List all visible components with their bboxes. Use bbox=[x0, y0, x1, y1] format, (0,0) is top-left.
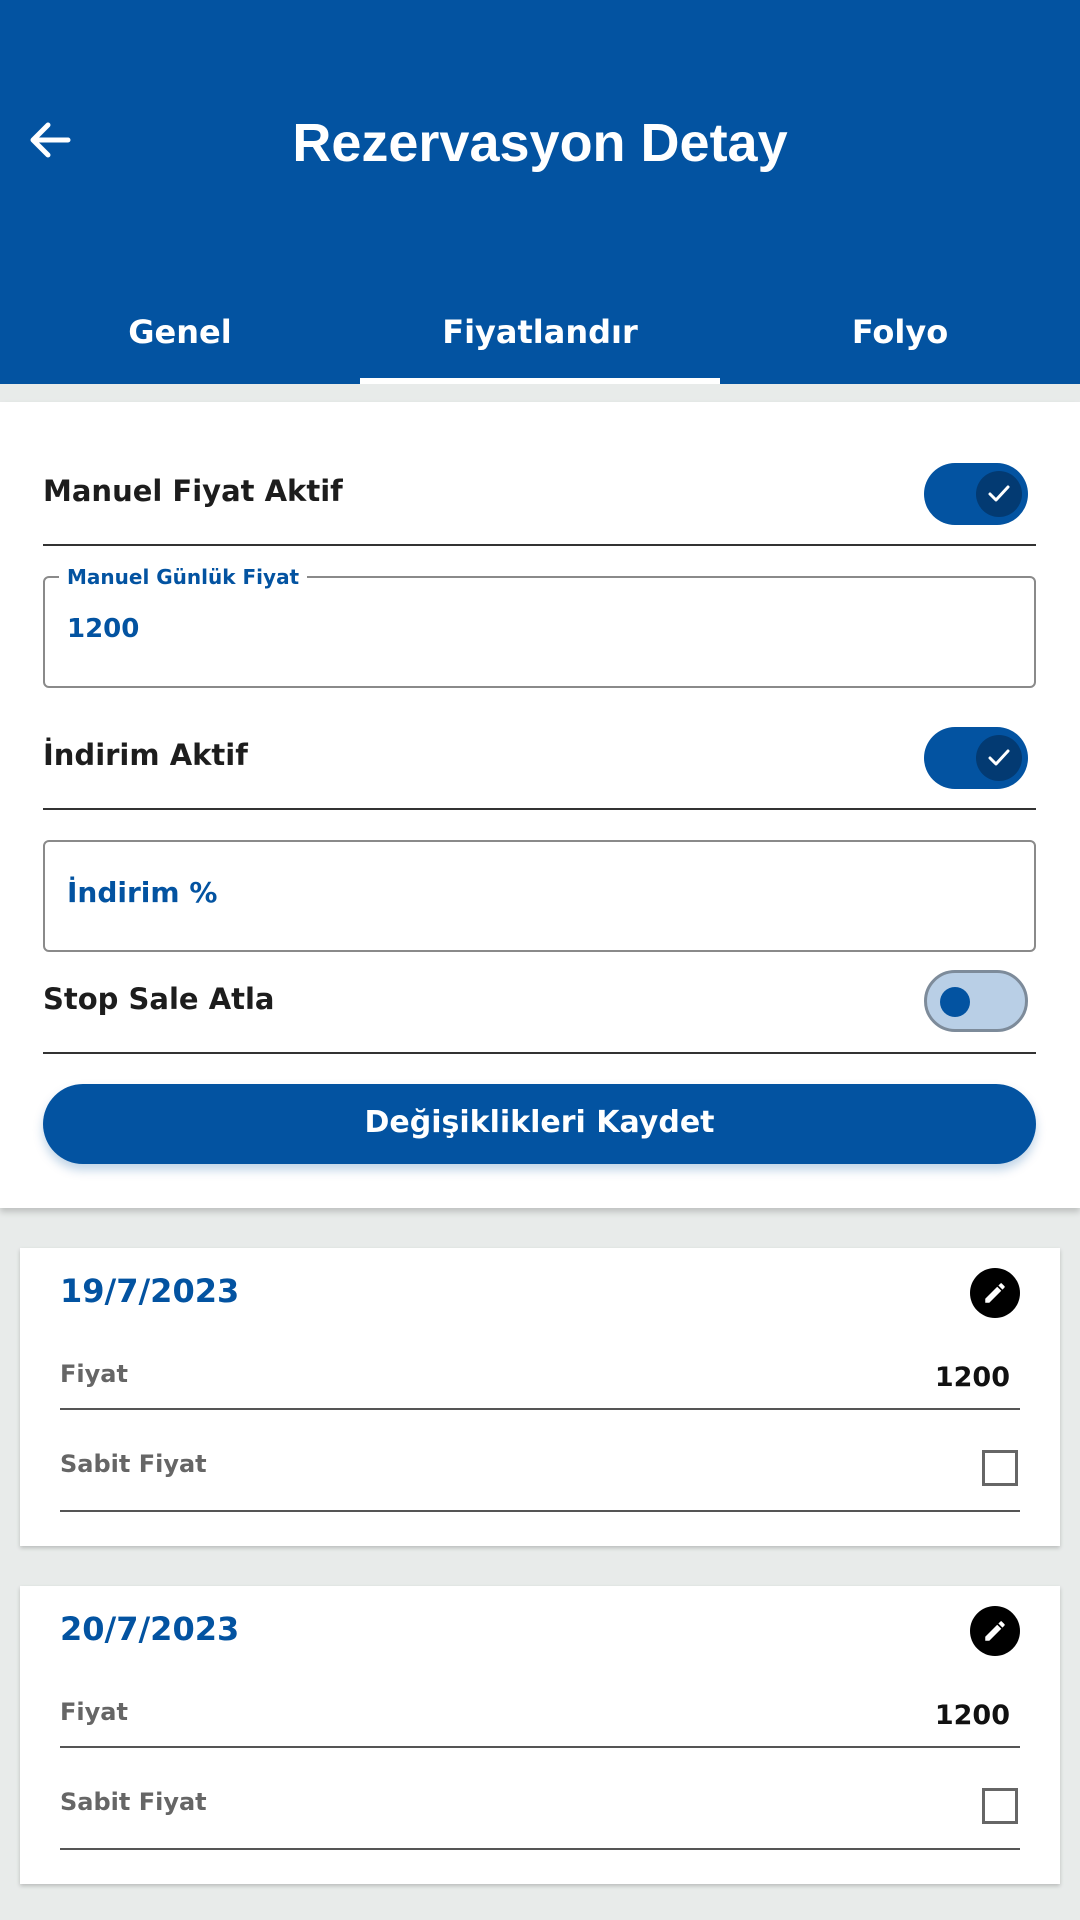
toggle-knob bbox=[976, 471, 1022, 517]
discount-row: İndirim Aktif bbox=[43, 724, 1036, 810]
manual-price-toggle[interactable] bbox=[924, 463, 1028, 525]
discount-label: İndirim Aktif bbox=[43, 738, 248, 772]
edit-button[interactable] bbox=[970, 1606, 1020, 1656]
pencil-icon bbox=[985, 1283, 1005, 1303]
fixed-price-label: Sabit Fiyat bbox=[60, 1450, 207, 1478]
price-row: Fiyat 1200 bbox=[60, 1698, 1020, 1748]
stop-sale-label: Stop Sale Atla bbox=[43, 982, 275, 1016]
price-value: 1200 bbox=[934, 1700, 1010, 1731]
tab-bar: Genel Fiyatlandır Folyo bbox=[0, 296, 1080, 384]
fixed-price-row: Sabit Fiyat bbox=[60, 1438, 1020, 1512]
discount-percent-placeholder: İndirim % bbox=[67, 876, 218, 909]
manual-price-row: Manuel Fiyat Aktif bbox=[43, 460, 1036, 546]
tab-genel[interactable]: Genel bbox=[0, 296, 360, 384]
fixed-price-row: Sabit Fiyat bbox=[60, 1776, 1020, 1850]
manual-price-label: Manuel Fiyat Aktif bbox=[43, 474, 343, 508]
check-icon bbox=[988, 485, 1010, 502]
day-date: 20/7/2023 bbox=[60, 1610, 240, 1648]
check-icon bbox=[988, 749, 1010, 766]
daily-price-field-label: Manuel Günlük Fiyat bbox=[59, 565, 308, 589]
day-price-card: 19/7/2023 Fiyat 1200 Sabit Fiyat bbox=[20, 1248, 1060, 1546]
toggle-knob bbox=[940, 987, 970, 1017]
day-price-card: 20/7/2023 Fiyat 1200 Sabit Fiyat bbox=[20, 1586, 1060, 1884]
fixed-price-checkbox[interactable] bbox=[982, 1788, 1018, 1824]
daily-price-field[interactable]: Manuel Günlük Fiyat 1200 bbox=[43, 565, 1036, 688]
toggle-knob bbox=[976, 735, 1022, 781]
fixed-price-label: Sabit Fiyat bbox=[60, 1788, 207, 1816]
page-title: Rezervasyon Detay bbox=[292, 113, 788, 173]
discount-toggle[interactable] bbox=[924, 727, 1028, 789]
fixed-price-checkbox[interactable] bbox=[982, 1450, 1018, 1486]
tab-fiyatlandir[interactable]: Fiyatlandır bbox=[360, 296, 720, 384]
price-value: 1200 bbox=[934, 1362, 1010, 1393]
save-changes-button[interactable]: Değişiklikleri Kaydet bbox=[43, 1084, 1036, 1164]
stop-sale-toggle[interactable] bbox=[924, 970, 1028, 1032]
edit-button[interactable] bbox=[970, 1268, 1020, 1318]
day-date: 19/7/2023 bbox=[60, 1272, 240, 1310]
price-label: Fiyat bbox=[60, 1360, 128, 1388]
price-label: Fiyat bbox=[60, 1698, 128, 1726]
pencil-icon bbox=[985, 1621, 1005, 1641]
daily-price-value[interactable]: 1200 bbox=[67, 614, 139, 644]
app-bar: Rezervasyon Detay Genel Fiyatlandır Foly… bbox=[0, 0, 1080, 384]
price-row: Fiyat 1200 bbox=[60, 1360, 1020, 1410]
stop-sale-row: Stop Sale Atla bbox=[43, 970, 1036, 1054]
tab-folyo[interactable]: Folyo bbox=[720, 296, 1080, 384]
discount-percent-field[interactable]: İndirim % bbox=[43, 840, 1036, 952]
